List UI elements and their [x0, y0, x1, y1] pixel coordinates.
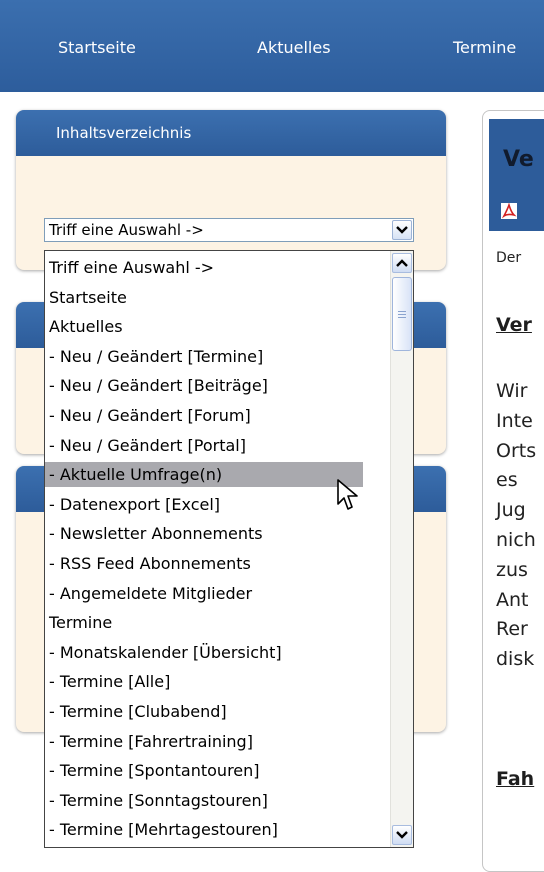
chevron-up-icon — [396, 259, 408, 267]
content-line: Orts — [496, 439, 537, 462]
select-option[interactable]: Triff eine Auswahl -> — [45, 255, 363, 280]
navigation-select[interactable]: Triff eine Auswahl -> — [44, 218, 414, 242]
select-option[interactable]: - Termine [Fahrertraining] — [45, 729, 363, 754]
scroll-up-button[interactable] — [392, 253, 412, 273]
select-option[interactable]: - Monatskalender [Übersicht] — [45, 640, 363, 665]
content-line: Wir — [496, 380, 528, 402]
select-option[interactable]: - Neu / Geändert [Forum] — [45, 403, 363, 428]
select-option[interactable]: - Termine [Mehrtagestouren] — [45, 817, 363, 842]
content-line: es — [496, 469, 518, 492]
select-dropdown-button[interactable] — [392, 220, 412, 240]
select-option[interactable]: - Angemeldete Mitglieder — [45, 581, 363, 606]
nav-item-startseite[interactable]: Startseite — [58, 38, 136, 57]
select-options-list[interactable]: Triff eine Auswahl -> Startseite Aktuelles… — [44, 250, 414, 848]
select-option[interactable]: - Newsletter Abonnements — [45, 521, 363, 546]
nav-item-termine[interactable]: Termine — [453, 38, 516, 57]
select-option[interactable]: - Neu / Geändert [Termine] — [45, 344, 363, 369]
scroll-down-button[interactable] — [392, 825, 412, 845]
select-option[interactable]: - Termine [Clubabend] — [45, 699, 363, 724]
select-value: Triff eine Auswahl -> — [49, 221, 204, 239]
content-line: disk — [496, 648, 535, 671]
content-line: Inte — [496, 409, 533, 432]
mouse-pointer-icon — [337, 479, 358, 510]
select-option[interactable]: - Termine [Spontantouren] — [45, 758, 363, 783]
select-option[interactable]: - Neu / Geändert [Beiträge] — [45, 373, 363, 398]
content-subtext: Der — [496, 250, 522, 266]
dropdown-scrollbar[interactable] — [390, 251, 413, 847]
scroll-thumb[interactable] — [392, 277, 412, 351]
content-line: Jug — [496, 499, 526, 522]
select-option[interactable]: - Aktuelle Umfrage(n) — [45, 462, 363, 488]
select-option[interactable]: - Neu / Geändert [Portal] — [45, 433, 363, 458]
content-title-bar: Ve — [489, 119, 544, 231]
select-option[interactable]: Aktuelles — [45, 314, 363, 339]
sidebar-box-title: Inhaltsverzeichnis — [16, 110, 446, 156]
content-heading-2[interactable]: Fah — [496, 768, 534, 790]
select-option[interactable]: - Datenexport [Excel] — [45, 492, 363, 517]
content-line: Ant — [496, 588, 529, 611]
sidebar-box-toc: Inhaltsverzeichnis — [16, 110, 446, 270]
content-heading[interactable]: Ver — [496, 314, 532, 336]
select-option[interactable]: Termine — [45, 610, 363, 635]
select-option[interactable]: Startseite — [45, 285, 363, 310]
top-navigation: Startseite Aktuelles Termine — [0, 0, 544, 92]
select-option[interactable]: - Termine [Alle] — [45, 669, 363, 694]
content-title: Ve — [503, 147, 534, 172]
pdf-icon[interactable] — [501, 203, 517, 219]
select-option[interactable]: - RSS Feed Abonnements — [45, 551, 363, 576]
select-option[interactable]: - Termine [Sonntagstouren] — [45, 788, 363, 813]
content-line: Rer — [496, 618, 528, 641]
content-line: zus — [496, 558, 528, 581]
chevron-down-icon — [396, 831, 408, 839]
chevron-down-icon — [396, 226, 408, 234]
content-line: nich — [496, 529, 536, 551]
nav-item-aktuelles[interactable]: Aktuelles — [257, 38, 331, 57]
